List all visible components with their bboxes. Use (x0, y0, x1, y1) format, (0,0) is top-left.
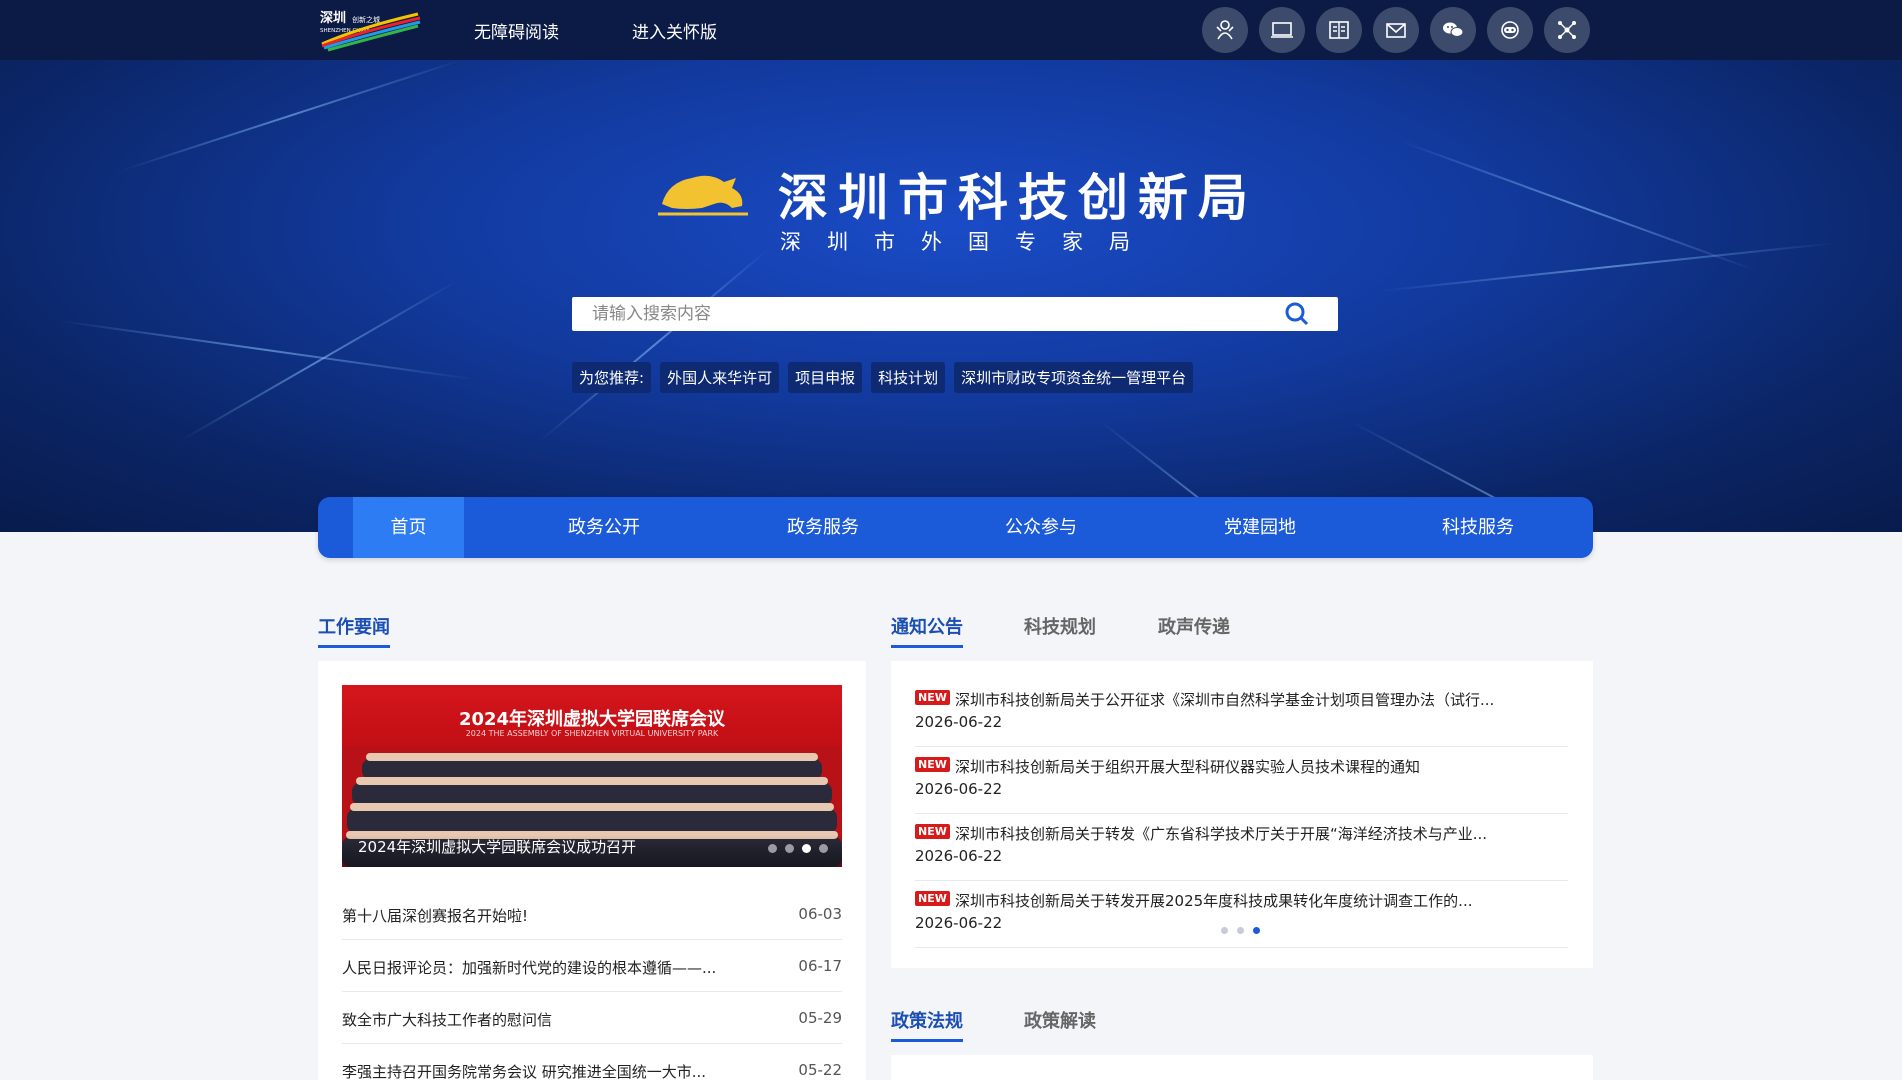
id-card-icon[interactable] (1316, 7, 1362, 53)
main-nav: 首页 政务公开 政务服务 公众参与 党建园地 科技服务 (318, 497, 1593, 558)
tab-tech-planning[interactable]: 科技规划 (1024, 613, 1096, 639)
notice-title: 深圳市科技创新局关于转发《广东省科学技术厅关于开展“海洋经济技术与产业... (955, 825, 1488, 843)
nav-government-services[interactable]: 政务服务 (748, 497, 898, 558)
notice-date: 2026-06-22 (915, 713, 1003, 731)
mail-icon[interactable] (1373, 7, 1419, 53)
pagination-dot[interactable] (1237, 927, 1244, 934)
top-icon-group (1202, 7, 1590, 53)
recommend-link[interactable]: 外国人来华许可 (660, 362, 780, 393)
notice-pagination (1221, 927, 1260, 934)
policy-panel (891, 1055, 1593, 1080)
news-title: 人民日报评论员：加强新时代党的建设的根本遵循——... (342, 959, 717, 977)
news-date: 05-22 (798, 1061, 842, 1079)
robot-icon[interactable] (1202, 7, 1248, 53)
recommend-label: 为您推荐: (572, 362, 652, 393)
site-subtitle: 深圳市外国专家局 (780, 230, 1156, 254)
carousel-dot[interactable] (768, 844, 777, 853)
tab-government-voice[interactable]: 政声传递 (1158, 613, 1230, 639)
carousel-photo-subtitle: 2024 THE ASSEMBLY OF SHENZHEN VIRTUAL UN… (465, 729, 719, 738)
news-list-item[interactable]: 人民日报评论员：加强新时代党的建设的根本遵循——... 06-17 (342, 940, 842, 992)
carousel-dots (768, 844, 828, 853)
new-badge: NEW (915, 891, 950, 906)
news-date: 06-17 (798, 957, 842, 975)
notice-title: 深圳市科技创新局关于公开征求《深圳市自然科学基金计划项目管理办法（试行... (955, 691, 1495, 709)
section-title-work-news[interactable]: 工作要闻 (318, 613, 390, 648)
news-title: 李强主持召开国务院常务会议 研究推进全国统一大市... (342, 1063, 707, 1080)
elderly-care-mode-link[interactable]: 进入关怀版 (632, 18, 717, 43)
news-title: 第十八届深创赛报名开始啦! (342, 907, 529, 925)
wechat-icon[interactable] (1430, 7, 1476, 53)
news-date: 05-29 (798, 1009, 842, 1027)
pagination-dot[interactable] (1221, 927, 1228, 934)
recommend-link[interactable]: 科技计划 (871, 362, 946, 393)
nav-government-affairs[interactable]: 政务公开 (529, 497, 679, 558)
notice-item[interactable]: NEW 深圳市科技创新局关于转发开展2025年度科技成果转化年度统计调查工作的.… (915, 881, 1568, 948)
search-icon[interactable] (1284, 301, 1310, 327)
carousel-dot[interactable] (785, 844, 794, 853)
site-title: 深圳市科技创新局 (778, 169, 1258, 227)
search-bar (572, 297, 1338, 331)
accessibility-reading-link[interactable]: 无障碍阅读 (474, 18, 559, 43)
pagination-dot-active[interactable] (1253, 927, 1260, 934)
notice-title: 深圳市科技创新局关于转发开展2025年度科技成果转化年度统计调查工作的... (955, 892, 1473, 910)
svg-text:深圳: 深圳 (320, 10, 346, 26)
notice-date: 2026-06-22 (915, 780, 1003, 798)
bull-emblem-icon (658, 175, 748, 216)
news-list-item[interactable]: 李强主持召开国务院常务会议 研究推进全国统一大市... 05-22 (342, 1044, 842, 1080)
top-bar: 深圳 创新之城 SHENZHEN CHINA 无障碍阅读 进入关怀版 (0, 0, 1902, 60)
carousel-caption: 2024年深圳虚拟大学园联席会议成功召开 (358, 838, 637, 856)
notice-item[interactable]: NEW 深圳市科技创新局关于组织开展大型科研仪器实验人员技术课程的通知 2026… (915, 747, 1568, 814)
carousel-dot-active[interactable] (802, 844, 811, 853)
hero-banner: 深圳市科技创新局 深圳市外国专家局 为您推荐: 外国人来华许可 项目申报 科技计… (0, 60, 1902, 532)
news-date: 06-03 (798, 905, 842, 923)
notice-date: 2026-06-22 (915, 847, 1003, 865)
recommend-link[interactable]: 深圳市财政专项资金统一管理平台 (954, 362, 1194, 393)
news-list-item[interactable]: 致全市广大科技工作者的慰问信 05-29 (342, 992, 842, 1044)
nav-home[interactable]: 首页 (353, 497, 464, 558)
tab-policy-interpretation[interactable]: 政策解读 (1024, 1007, 1096, 1033)
chat-bot-icon[interactable] (1487, 7, 1533, 53)
shenzhen-logo[interactable]: 深圳 创新之城 SHENZHEN CHINA (318, 8, 422, 52)
tab-policy-regulations[interactable]: 政策法规 (891, 1007, 963, 1042)
notice-item[interactable]: NEW 深圳市科技创新局关于公开征求《深圳市自然科学基金计划项目管理办法（试行.… (915, 680, 1568, 747)
nav-public-participation[interactable]: 公众参与 (966, 497, 1116, 558)
tab-notices[interactable]: 通知公告 (891, 613, 963, 648)
news-list-item[interactable]: 第十八届深创赛报名开始啦! 06-03 (342, 888, 842, 940)
notice-title: 深圳市科技创新局关于组织开展大型科研仪器实验人员技术课程的通知 (955, 758, 1421, 776)
search-input[interactable] (572, 297, 1272, 331)
svg-text:创新之城: 创新之城 (352, 15, 380, 24)
carousel-dot[interactable] (819, 844, 828, 853)
news-carousel[interactable]: 2024年深圳虚拟大学园联席会议 2024 THE ASSEMBLY OF SH… (342, 685, 842, 867)
monitor-icon[interactable] (1259, 7, 1305, 53)
nav-tech-services[interactable]: 科技服务 (1403, 497, 1553, 558)
recommend-bar: 为您推荐: 外国人来华许可 项目申报 科技计划 深圳市财政专项资金统一管理平台 (572, 362, 1194, 393)
network-icon[interactable] (1544, 7, 1590, 53)
new-badge: NEW (915, 824, 950, 839)
notice-item[interactable]: NEW 深圳市科技创新局关于转发《广东省科学技术厅关于开展“海洋经济技术与产业.… (915, 814, 1568, 881)
carousel-photo-title: 2024年深圳虚拟大学园联席会议 (458, 709, 726, 730)
news-title: 致全市广大科技工作者的慰问信 (342, 1011, 553, 1029)
new-badge: NEW (915, 757, 950, 772)
recommend-link[interactable]: 项目申报 (788, 362, 863, 393)
notice-date: 2026-06-22 (915, 914, 1003, 932)
new-badge: NEW (915, 690, 950, 705)
nav-party-building[interactable]: 党建园地 (1185, 497, 1335, 558)
